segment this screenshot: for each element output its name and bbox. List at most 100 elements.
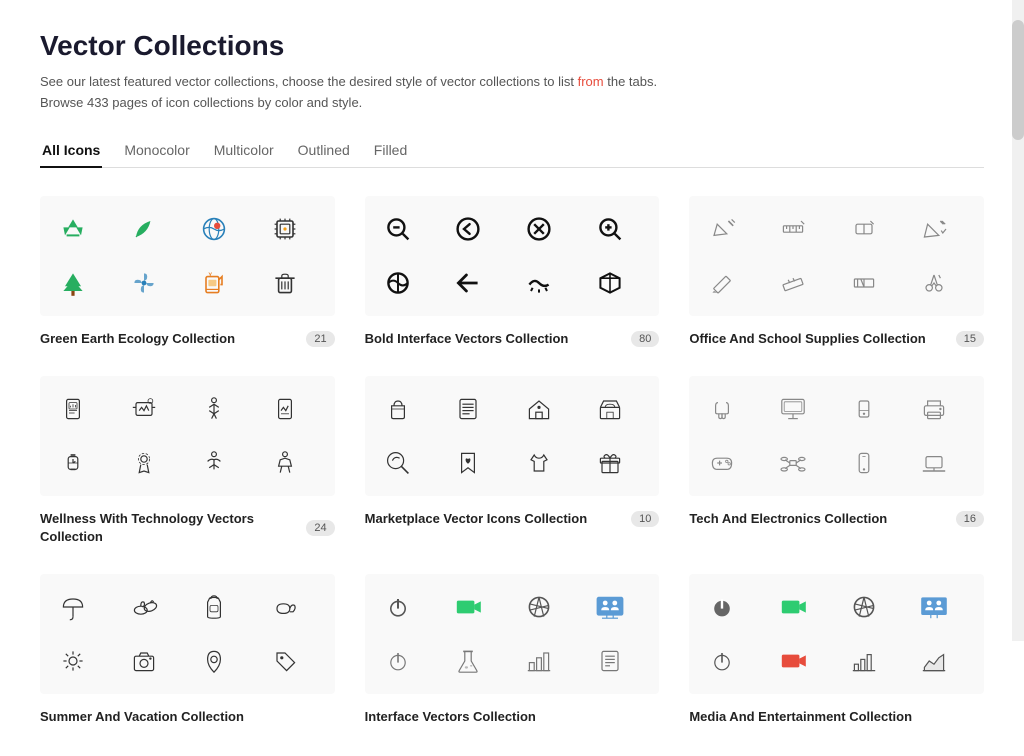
collection-count-green-earth: 21 bbox=[306, 331, 334, 347]
icon-globe bbox=[189, 204, 239, 254]
icon-pencil-2 bbox=[697, 258, 747, 308]
icon-yoga bbox=[189, 438, 239, 488]
collection-name-office: Office And School Supplies Collection bbox=[689, 330, 947, 348]
icon-tag-summer bbox=[260, 636, 310, 686]
icon-grid-interface bbox=[365, 574, 660, 694]
icon-video-green bbox=[443, 582, 493, 632]
icon-store bbox=[585, 384, 635, 434]
collection-name-green-earth: Green Earth Ecology Collection bbox=[40, 330, 298, 348]
icon-power-2 bbox=[373, 636, 423, 686]
collection-footer-summer: Summer And Vacation Collection bbox=[40, 708, 335, 726]
scrollbar-track[interactable] bbox=[1012, 0, 1024, 641]
collection-footer-wellness: Wellness With Technology Vectors Collect… bbox=[40, 510, 335, 546]
tab-outlined[interactable]: Outlined bbox=[296, 134, 352, 168]
icon-ruler-x bbox=[768, 204, 818, 254]
icon-eye-closed bbox=[514, 258, 564, 308]
icon-fuel: Y bbox=[189, 258, 239, 308]
collection-count-tech: 16 bbox=[956, 511, 984, 527]
icon-power bbox=[373, 582, 423, 632]
collection-card-marketplace: Marketplace Vector Icons Collection 10 bbox=[365, 376, 660, 546]
scrollbar-thumb[interactable] bbox=[1012, 20, 1024, 140]
icon-gamepad bbox=[697, 438, 747, 488]
page-title: Vector Collections bbox=[40, 30, 984, 62]
icon-arrow-left-circle bbox=[443, 204, 493, 254]
icon-umbrella bbox=[48, 582, 98, 632]
icon-grid-media bbox=[689, 574, 984, 694]
collection-footer-tech: Tech And Electronics Collection 16 bbox=[689, 510, 984, 528]
collection-count-wellness: 24 bbox=[306, 520, 334, 536]
icon-fitness-device bbox=[119, 384, 169, 434]
icon-laptop bbox=[909, 438, 959, 488]
collection-count-marketplace: 10 bbox=[631, 511, 659, 527]
icon-map-marker bbox=[189, 636, 239, 686]
icon-grid-green-earth: Y bbox=[40, 196, 335, 316]
collection-name-tech: Tech And Electronics Collection bbox=[689, 510, 947, 528]
icon-wind bbox=[119, 258, 169, 308]
collection-card-summer: Summer And Vacation Collection bbox=[40, 574, 335, 726]
icon-menu-list bbox=[443, 384, 493, 434]
page-container: Vector Collections See our latest featur… bbox=[0, 0, 1024, 756]
subtitle-link[interactable]: from bbox=[578, 74, 604, 89]
icon-video-green-2 bbox=[768, 582, 818, 632]
collection-card-office: Office And School Supplies Collection 15 bbox=[689, 196, 984, 348]
icon-x-circle bbox=[514, 204, 564, 254]
icon-phone-chart-2 bbox=[260, 384, 310, 434]
collection-footer-green-earth: Green Earth Ecology Collection 21 bbox=[40, 330, 335, 348]
icon-person-exercise bbox=[189, 384, 239, 434]
icon-camera-beach bbox=[119, 636, 169, 686]
collection-footer-interface: Interface Vectors Collection bbox=[365, 708, 660, 726]
icon-grid-bold-interface bbox=[365, 196, 660, 316]
icon-home-tag bbox=[514, 384, 564, 434]
icon-grid-wellness bbox=[40, 376, 335, 496]
icon-leaf bbox=[119, 204, 169, 254]
tab-all-icons[interactable]: All Icons bbox=[40, 134, 102, 168]
icon-stretch bbox=[260, 438, 310, 488]
icon-recycle bbox=[48, 204, 98, 254]
icon-scissors bbox=[909, 258, 959, 308]
icon-video-red bbox=[768, 636, 818, 686]
collection-name-summer: Summer And Vacation Collection bbox=[40, 708, 335, 726]
icon-zoom-in bbox=[585, 204, 635, 254]
icon-ruler-2 bbox=[768, 258, 818, 308]
tab-monocolor[interactable]: Monocolor bbox=[122, 134, 191, 168]
icon-ruler-3 bbox=[839, 258, 889, 308]
collection-name-bold-interface: Bold Interface Vectors Collection bbox=[365, 330, 623, 348]
icon-printer bbox=[909, 384, 959, 434]
icon-aperture bbox=[514, 582, 564, 632]
collection-card-tech: Tech And Electronics Collection 16 bbox=[689, 376, 984, 546]
icon-slippers bbox=[260, 582, 310, 632]
icon-power-gray bbox=[697, 582, 747, 632]
tab-filled[interactable]: Filled bbox=[372, 134, 409, 168]
icon-gear-body bbox=[119, 438, 169, 488]
collection-footer-office: Office And School Supplies Collection 15 bbox=[689, 330, 984, 348]
collection-count-bold-interface: 80 bbox=[631, 331, 659, 347]
icon-monitor bbox=[768, 384, 818, 434]
icon-bar-chart-2 bbox=[839, 636, 889, 686]
tabs-container: All Icons Monocolor Multicolor Outlined … bbox=[40, 134, 984, 168]
icon-bookmark-heart bbox=[443, 438, 493, 488]
collection-card-interface: Interface Vectors Collection bbox=[365, 574, 660, 726]
icon-power-outline bbox=[697, 636, 747, 686]
icon-trash bbox=[260, 258, 310, 308]
collections-grid: Y Green Earth Ecology Collection bbox=[40, 196, 984, 727]
tab-multicolor[interactable]: Multicolor bbox=[212, 134, 276, 168]
icon-cube bbox=[585, 258, 635, 308]
icon-grid-marketplace bbox=[365, 376, 660, 496]
icon-pencil-check bbox=[909, 204, 959, 254]
collection-card-media: Media And Entertainment Collection bbox=[689, 574, 984, 726]
icon-phone-outline bbox=[839, 438, 889, 488]
icon-drone bbox=[768, 438, 818, 488]
icon-cpu bbox=[260, 204, 310, 254]
icon-grid-office bbox=[689, 196, 984, 316]
icon-pencil-x bbox=[697, 204, 747, 254]
icon-zoom-out bbox=[373, 204, 423, 254]
icon-flip-flop bbox=[119, 582, 169, 632]
collection-card-bold-interface: Bold Interface Vectors Collection 80 bbox=[365, 196, 660, 348]
collection-footer-marketplace: Marketplace Vector Icons Collection 10 bbox=[365, 510, 660, 528]
icon-chart-area bbox=[909, 636, 959, 686]
collection-card-wellness: Wellness With Technology Vectors Collect… bbox=[40, 376, 335, 546]
icon-device-box bbox=[839, 384, 889, 434]
collection-count-office: 15 bbox=[956, 331, 984, 347]
icon-bag bbox=[373, 384, 423, 434]
icon-smartwatch bbox=[48, 438, 98, 488]
